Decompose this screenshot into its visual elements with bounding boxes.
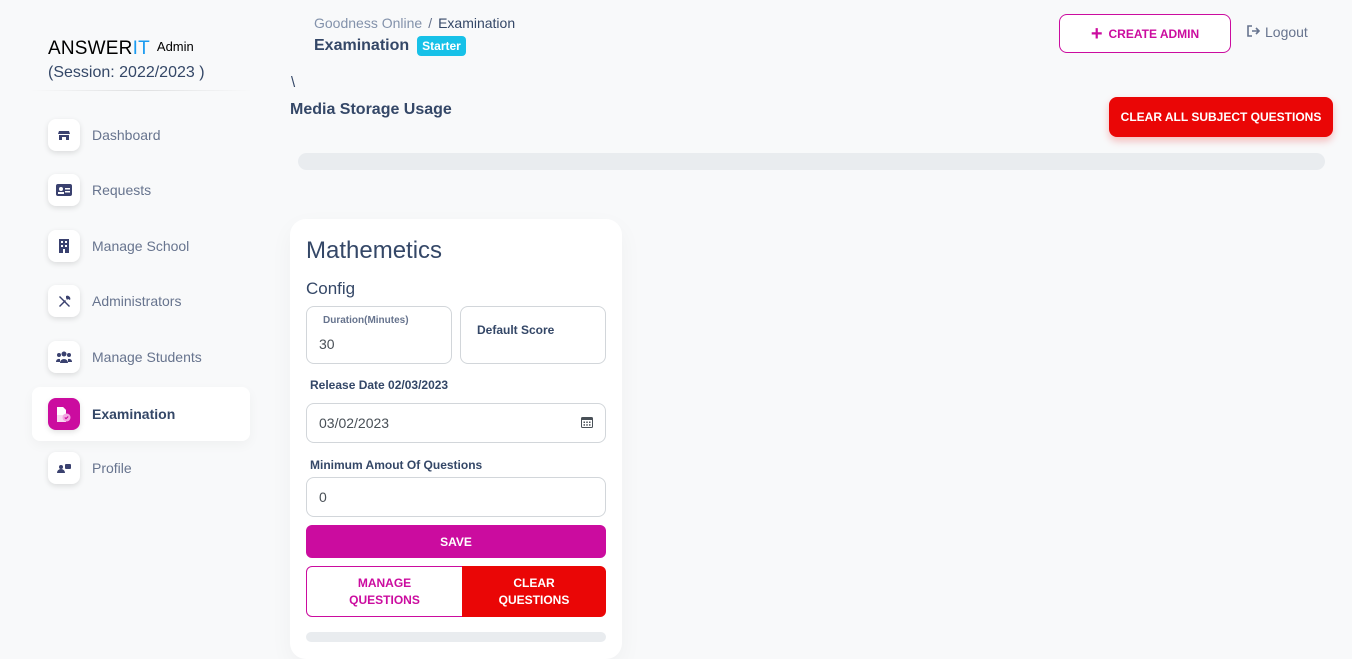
duration-value: 30 <box>319 336 335 352</box>
subject-card: Mathemetics Config Duration(Minutes) 30 … <box>290 219 622 659</box>
default-score-label: Default Score <box>477 323 555 337</box>
page-title-row: Examination Starter <box>314 36 466 56</box>
sidebar-item-examination[interactable]: Examination <box>32 387 250 441</box>
create-admin-label: CREATE ADMIN <box>1108 26 1200 41</box>
plus-icon: + <box>1090 22 1103 45</box>
breadcrumb-separator: / <box>428 15 433 31</box>
brand[interactable]: ANSWERIT Admin (Session: 2022/2023 ) <box>48 38 205 82</box>
release-date-value: 03/02/2023 <box>319 415 390 431</box>
logout-label: Logout <box>1265 24 1308 40</box>
brand-role: Admin <box>156 39 194 54</box>
sidebar-item-label: Requests <box>92 182 152 198</box>
manage-line2: QUESTIONS <box>349 592 420 607</box>
sidebar-item-manage-students[interactable]: Manage Students <box>32 330 250 384</box>
sidebar-item-label: Administrators <box>92 293 182 309</box>
save-button[interactable]: SAVE <box>306 525 606 558</box>
card-progress-bar <box>306 632 606 642</box>
clear-questions-button[interactable]: CLEAR QUESTIONS <box>462 566 606 617</box>
users-icon <box>48 341 80 373</box>
sidebar: ANSWERIT Admin (Session: 2022/2023 ) Das… <box>0 0 262 638</box>
sidebar-item-administrators[interactable]: Administrators <box>32 274 250 328</box>
sidebar-item-label: Profile <box>92 460 132 476</box>
sidebar-item-manage-school[interactable]: Manage School <box>32 219 250 273</box>
breadcrumb: Goodness Online / Examination <box>314 15 515 31</box>
clear-all-subject-questions-button[interactable]: CLEAR ALL SUBJECT QUESTIONS <box>1109 97 1333 137</box>
sidebar-item-dashboard[interactable]: Dashboard <box>32 108 250 162</box>
sidebar-item-label: Manage School <box>92 238 190 254</box>
min-questions-input[interactable]: 0 <box>306 477 606 517</box>
sidebar-divider <box>30 90 252 91</box>
user-card-icon <box>48 452 80 484</box>
clear-line1: CLEAR <box>513 575 555 590</box>
logout-link[interactable]: Logout <box>1247 24 1308 40</box>
brand-name: ANSWERIT <box>48 38 150 59</box>
id-card-icon <box>48 174 80 206</box>
manage-questions-button[interactable]: MANAGE QUESTIONS <box>306 566 463 617</box>
session-label: (Session: 2022/2023 ) <box>48 64 205 81</box>
manage-line1: MANAGE <box>357 575 412 590</box>
building-icon <box>48 230 80 262</box>
config-heading: Config <box>306 279 356 298</box>
stray-text: \ <box>291 74 296 91</box>
breadcrumb-current: Examination <box>438 15 516 31</box>
breadcrumb-root[interactable]: Goodness Online <box>314 15 422 31</box>
release-date-input[interactable]: 03/02/2023 <box>306 403 606 443</box>
sidebar-item-profile[interactable]: Profile <box>32 441 250 495</box>
create-admin-button[interactable]: + CREATE ADMIN <box>1059 14 1231 53</box>
subject-title: Mathemetics <box>306 237 443 264</box>
default-score-field[interactable]: Default Score <box>460 306 606 364</box>
plan-badge: Starter <box>417 36 466 56</box>
duration-label: Duration(Minutes) <box>323 315 409 326</box>
page-title: Examination <box>314 37 410 54</box>
min-questions-value: 0 <box>319 489 327 505</box>
sidebar-item-label: Dashboard <box>92 127 161 143</box>
clear-line2: QUESTIONS <box>498 592 570 607</box>
exam-file-icon <box>48 398 80 430</box>
sidebar-item-requests[interactable]: Requests <box>32 163 250 217</box>
sidebar-item-label: Examination <box>92 406 176 422</box>
release-date-label: Release Date 02/03/2023 <box>310 378 449 392</box>
tools-icon <box>48 285 80 317</box>
shop-icon <box>48 119 80 151</box>
duration-field[interactable]: Duration(Minutes) 30 <box>306 306 452 364</box>
calendar-icon[interactable] <box>581 415 593 431</box>
sidebar-item-label: Manage Students <box>92 349 202 365</box>
media-storage-title: Media Storage Usage <box>290 101 452 118</box>
sign-out-icon <box>1247 24 1261 40</box>
storage-progress-bar <box>298 153 1325 170</box>
min-questions-label: Minimum Amout Of Questions <box>310 458 483 472</box>
